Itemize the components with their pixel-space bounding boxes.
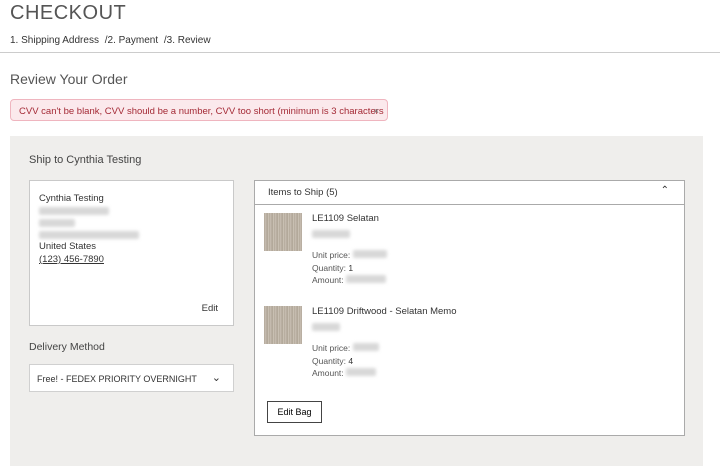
address-line-1 (39, 207, 109, 218)
unit-price: Unit price: (312, 343, 379, 353)
product-name[interactable]: LE1109 Selatan (312, 213, 379, 224)
country: United States (39, 241, 97, 252)
edit-address-link[interactable]: Edit (202, 303, 218, 314)
product-thumbnail[interactable] (264, 306, 302, 344)
error-alert: CVV can't be blank, CVV should be a numb… (10, 99, 388, 121)
recipient-name: Cynthia Testing (39, 193, 104, 204)
product-variant (312, 323, 340, 333)
error-message: CVV can't be blank, CVV should be a numb… (19, 106, 384, 117)
edit-bag-button[interactable]: Edit Bag (267, 401, 322, 423)
review-title: Review Your Order (10, 71, 128, 87)
shipping-address-card: Cynthia Testing United States (123) 456-… (29, 180, 234, 326)
step-payment[interactable]: /2. Payment (105, 35, 158, 46)
unit-price: Unit price: (312, 250, 387, 260)
chevron-up-icon[interactable]: ⌃ (661, 185, 669, 196)
list-item: LE1109 Selatan Unit price: Quantity: 1 A… (264, 213, 664, 293)
items-header[interactable]: Items to Ship (5) ⌃ (255, 181, 684, 205)
delivery-method-title: Delivery Method (29, 341, 105, 353)
checkout-steps: 1. Shipping Address /2. Payment /3. Revi… (10, 35, 214, 46)
delivery-method-value: Free! - FEDEX PRIORITY OVERNIGHT (37, 374, 197, 384)
items-header-label: Items to Ship (5) (268, 187, 338, 198)
items-to-ship-card: Items to Ship (5) ⌃ LE1109 Selatan Unit … (254, 180, 685, 436)
phone-number[interactable]: (123) 456-7890 (39, 254, 104, 265)
product-name[interactable]: LE1109 Driftwood - Selatan Memo (312, 306, 457, 317)
quantity: Quantity: 4 (312, 356, 354, 366)
header-divider (0, 52, 720, 53)
ship-to-title: Ship to Cynthia Testing (29, 154, 142, 166)
address-line-2 (39, 219, 75, 230)
amount: Amount: (312, 368, 377, 378)
chevron-down-icon: ⌄ (211, 372, 221, 384)
close-icon[interactable]: × (374, 106, 379, 116)
product-thumbnail[interactable] (264, 213, 302, 251)
product-variant (312, 230, 350, 240)
step-shipping-address[interactable]: 1. Shipping Address (10, 35, 99, 46)
quantity: Quantity: 1 (312, 263, 354, 273)
list-item: LE1109 Driftwood - Selatan Memo Unit pri… (264, 306, 664, 386)
delivery-method-select[interactable]: Free! - FEDEX PRIORITY OVERNIGHT ⌄ (29, 364, 234, 392)
step-review: /3. Review (163, 35, 211, 46)
order-review-panel: Ship to Cynthia Testing Cynthia Testing … (10, 136, 703, 466)
amount: Amount: (312, 275, 387, 285)
page-title: CHECKOUT (10, 2, 127, 24)
